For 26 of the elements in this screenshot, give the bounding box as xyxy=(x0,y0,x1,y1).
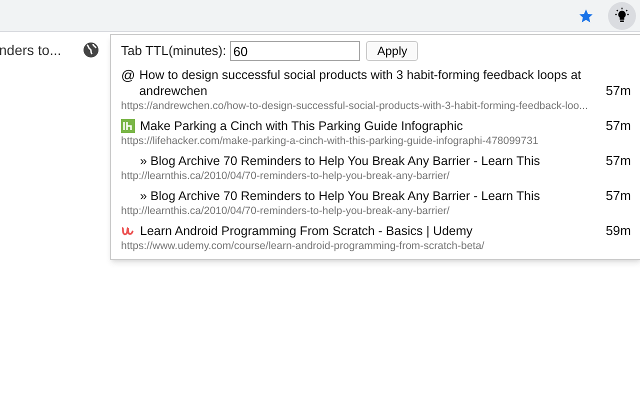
ttl-label: Tab TTL(minutes): xyxy=(121,42,226,60)
at-icon: @ xyxy=(121,67,136,83)
tab-age: 59m xyxy=(604,223,631,239)
tab-age: 57m xyxy=(604,83,631,99)
tab-title[interactable]: Make Parking a Cinch with This Parking Guide Infographic xyxy=(140,118,463,134)
tab-age: 57m xyxy=(604,118,631,134)
tab-url: https://www.udemy.com/course/learn-android-programming-from-scratch-beta/ xyxy=(121,239,486,253)
globe-icon xyxy=(83,42,99,58)
tab-age: 57m xyxy=(604,153,631,169)
tab-url: https://lifehacker.com/make-parking-a-cinch-with-this-parking-guide-infographi-478099731 xyxy=(121,134,540,148)
tab-url: http://learnthis.ca/2010/04/70-reminders-to-help-you-break-any-barrier/ xyxy=(121,169,451,183)
bookmark-star-icon[interactable] xyxy=(578,8,594,24)
tab-title[interactable]: nders to... xyxy=(0,40,79,60)
tab-url: https://andrewchen.co/how-to-design-successful-social-products-with-3-habit-forming-feedback-loo... xyxy=(121,99,589,113)
ttl-input[interactable]: 60 xyxy=(230,41,360,61)
site-icon xyxy=(121,224,135,238)
tab-title[interactable]: How to design successful social products with 3 habit-forming feedback loops at andrewchen xyxy=(139,67,599,99)
tab-title[interactable]: » Blog Archive 70 Reminders to Help You Break Any Barrier - Learn This xyxy=(140,188,540,204)
tab-title[interactable]: » Blog Archive 70 Reminders to Help You Break Any Barrier - Learn This xyxy=(140,153,540,169)
lightbulb-icon xyxy=(613,6,631,24)
tab-title[interactable]: Learn Android Programming From Scratch - Basics | Udemy xyxy=(140,223,473,239)
extension-button[interactable] xyxy=(608,2,636,30)
apply-button[interactable]: Apply xyxy=(366,41,418,61)
tab-url: http://learnthis.ca/2010/04/70-reminders-to-help-you-break-any-barrier/ xyxy=(121,204,451,218)
tab-age: 57m xyxy=(604,188,631,204)
site-icon xyxy=(121,119,135,133)
